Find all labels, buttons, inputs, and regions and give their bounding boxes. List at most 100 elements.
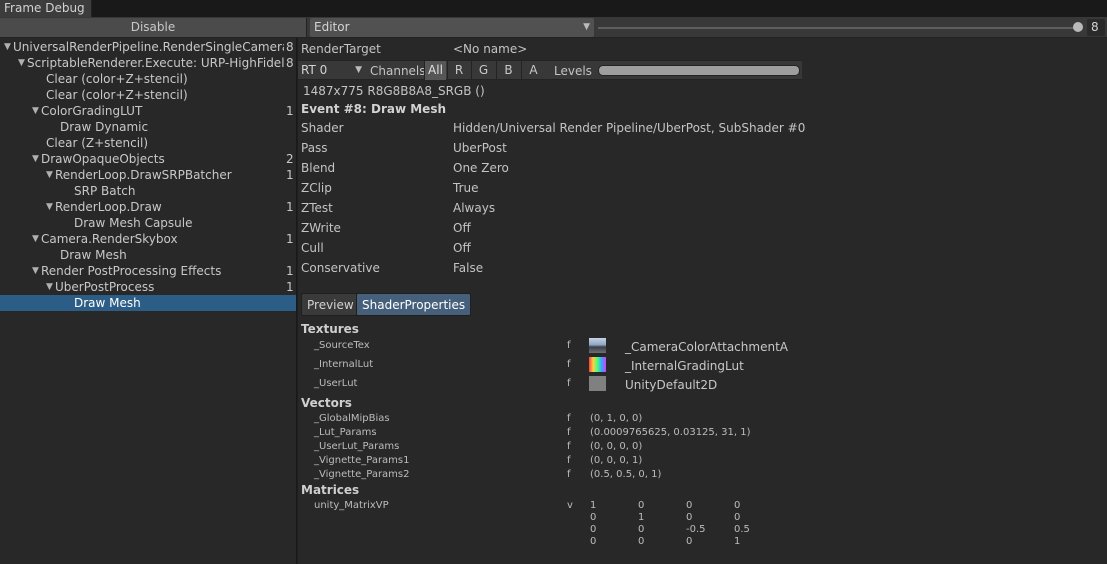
property-value: True <box>453 181 479 195</box>
tree-row-label: Clear (Z+stencil) <box>46 136 149 150</box>
matrix-cell: 0 <box>686 500 693 511</box>
expand-triangle-icon[interactable]: ▼ <box>4 39 11 55</box>
vector-value: (0.0009765625, 0.03125, 31, 1) <box>590 427 751 438</box>
tree-row[interactable]: ▼ RenderLoop.Draw 1 <box>0 199 296 215</box>
tree-row-count: 1 <box>286 232 294 246</box>
tree-row[interactable]: Clear (color+Z+stencil) <box>0 87 296 103</box>
vector-value: (0.5, 0.5, 0, 1) <box>590 469 662 480</box>
vector-stage: f <box>567 441 571 452</box>
property-value: Off <box>453 221 471 235</box>
levels-label: Levels <box>554 64 592 78</box>
matrix-cell: 1 <box>590 500 597 511</box>
tree-row-count: 8 <box>286 40 294 54</box>
event-slider-handle[interactable] <box>1073 22 1083 32</box>
expand-triangle-icon[interactable]: ▼ <box>18 55 25 71</box>
property-value: False <box>453 261 484 275</box>
rt-dropdown-value: RT 0 <box>301 63 328 77</box>
property-key: ZTest <box>301 201 333 215</box>
matrix-cell: 0 <box>734 512 741 523</box>
vector-stage: f <box>567 413 571 424</box>
channels-label: Channels <box>370 64 426 78</box>
tree-row[interactable]: ▼ RenderLoop.DrawSRPBatcher 1 <box>0 167 296 183</box>
tree-row[interactable]: ▼ UberPostProcess 1 <box>0 279 296 295</box>
tree-row-label: ColorGradingLUT <box>41 104 143 118</box>
tree-row[interactable]: ▼ UniversalRenderPipeline.RenderSingleCam… <box>0 39 296 55</box>
tree-row[interactable]: Draw Dynamic <box>0 119 296 135</box>
tree-row[interactable]: Draw Mesh Capsule <box>0 215 296 231</box>
matrix-cell: 1 <box>734 536 741 547</box>
vector-name: _Vignette_Params1 <box>314 455 410 466</box>
texture-value: UnityDefault2D <box>625 378 718 392</box>
tree-row-label: Clear (color+Z+stencil) <box>46 72 188 86</box>
channel-a-button[interactable]: A <box>521 61 545 80</box>
tree-row-count: 2 <box>286 152 294 166</box>
channel-g-button[interactable]: G <box>471 61 495 80</box>
expand-triangle-icon[interactable]: ▼ <box>46 199 53 215</box>
event-slider-track[interactable] <box>598 27 1078 29</box>
channel-all-button[interactable]: All <box>424 61 446 80</box>
tree-row[interactable]: Clear (color+Z+stencil) <box>0 71 296 87</box>
levels-slider[interactable] <box>598 65 800 76</box>
tab-preview[interactable]: Preview <box>301 293 360 316</box>
tree-row[interactable]: ▼ ScriptableRenderer.Execute: URP-HighFid… <box>0 55 296 71</box>
tree-row-label: Render PostProcessing Effects <box>41 264 222 278</box>
tree-row[interactable]: ▼ DrawOpaqueObjects 2 <box>0 151 296 167</box>
frame-debug-tab[interactable]: Frame Debug <box>0 0 92 17</box>
vector-name: _Lut_Params <box>314 427 377 438</box>
tree-row-label: Clear (color+Z+stencil) <box>46 88 188 102</box>
expand-triangle-icon[interactable]: ▼ <box>32 231 39 247</box>
expand-triangle-icon[interactable]: ▼ <box>32 151 39 167</box>
property-key: Conservative <box>301 261 380 275</box>
tree-row-count: 8 <box>286 56 294 70</box>
tab-shader-properties[interactable]: ShaderProperties <box>356 293 472 316</box>
texture-value: _InternalGradingLut <box>625 359 744 373</box>
matrix-cell: 0 <box>590 536 597 547</box>
matrix-name: unity_MatrixVP <box>314 500 389 511</box>
property-key: Cull <box>301 241 324 255</box>
matrices-section-title: Matrices <box>301 483 360 497</box>
property-key: ZWrite <box>301 221 341 235</box>
event-title: Event #8: Draw Mesh <box>301 102 447 116</box>
vector-stage: f <box>567 427 571 438</box>
property-key: ZClip <box>301 181 332 195</box>
toolbar: Disable Editor ▼ 8 <box>0 17 1107 38</box>
vector-stage: f <box>567 469 571 480</box>
vector-value: (0, 0, 0, 0) <box>590 441 643 452</box>
tree-row-label: Draw Mesh <box>60 248 127 262</box>
expand-triangle-icon[interactable]: ▼ <box>32 263 39 279</box>
target-dropdown[interactable]: Editor ▼ <box>310 18 594 37</box>
expand-triangle-icon[interactable]: ▼ <box>32 103 39 119</box>
expand-triangle-icon[interactable]: ▼ <box>46 279 53 295</box>
texture-value: _CameraColorAttachmentA <box>625 340 788 354</box>
matrix-cell: 0.5 <box>734 524 750 535</box>
texture-stage: f <box>567 359 571 370</box>
expand-triangle-icon[interactable]: ▼ <box>46 167 53 183</box>
channel-b-button[interactable]: B <box>496 61 520 80</box>
matrix-cell: 0 <box>734 500 741 511</box>
tree-row[interactable]: ▼ Camera.RenderSkybox 1 <box>0 231 296 247</box>
texture-thumbnail[interactable] <box>589 338 606 353</box>
matrix-cell: 1 <box>638 512 645 523</box>
tree-row[interactable]: SRP Batch <box>0 183 296 199</box>
channel-r-button[interactable]: R <box>447 61 470 80</box>
property-key: Pass <box>301 141 328 155</box>
event-index-field[interactable]: 8 <box>1087 19 1105 36</box>
texture-name: _SourceTex <box>314 340 370 351</box>
tree-row[interactable]: Clear (Z+stencil) <box>0 135 296 151</box>
disable-button[interactable]: Disable <box>0 18 307 37</box>
property-value: One Zero <box>453 161 509 175</box>
property-value: UberPost <box>453 141 507 155</box>
matrix-cell: 0 <box>638 536 645 547</box>
tree-row[interactable]: ▼ ColorGradingLUT 1 <box>0 103 296 119</box>
rt-dropdown[interactable]: RT 0 ▼ <box>298 61 366 80</box>
tree-row[interactable]: Draw Mesh <box>0 295 296 311</box>
tree-row-label: ScriptableRenderer.Execute: URP-HighFide… <box>27 56 284 70</box>
tree-row-label: Draw Mesh Capsule <box>74 216 193 230</box>
textures-section-title: Textures <box>301 322 359 336</box>
tree-row[interactable]: ▼ Render PostProcessing Effects 1 <box>0 263 296 279</box>
texture-thumbnail[interactable] <box>589 376 606 391</box>
texture-thumbnail[interactable] <box>589 357 606 372</box>
vector-name: _UserLut_Params <box>314 441 400 452</box>
tree-row[interactable]: Draw Mesh <box>0 247 296 263</box>
matrix-cell: 0 <box>590 524 597 535</box>
